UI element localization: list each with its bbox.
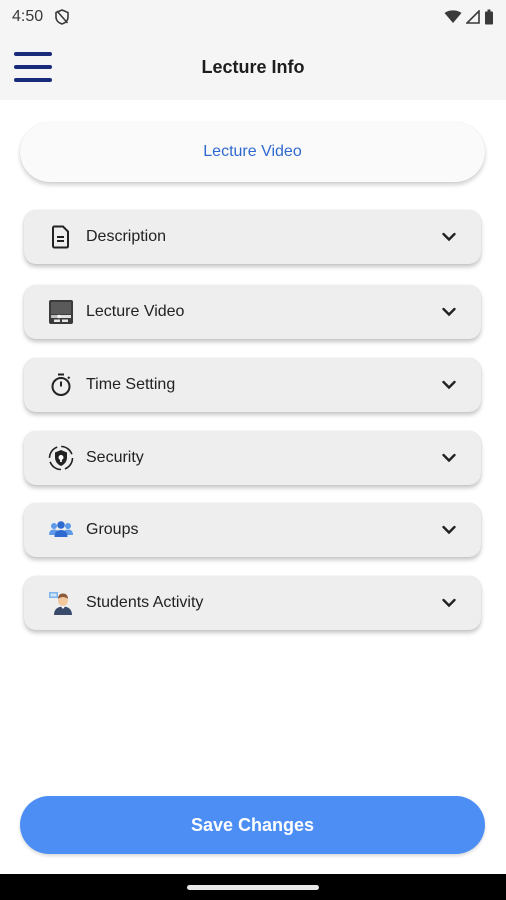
battery-icon bbox=[485, 9, 493, 25]
section-security[interactable]: Security bbox=[24, 431, 481, 485]
stopwatch-icon bbox=[48, 372, 74, 398]
section-students-activity[interactable]: Students Activity bbox=[24, 576, 481, 630]
status-time: 4:50 bbox=[12, 8, 44, 25]
chevron-down-icon[interactable] bbox=[441, 522, 457, 538]
signal-icon bbox=[466, 10, 480, 24]
chevron-down-icon[interactable] bbox=[441, 377, 457, 393]
system-navigation-bar bbox=[0, 874, 506, 900]
chevron-down-icon[interactable] bbox=[441, 595, 457, 611]
section-label: Security bbox=[86, 449, 144, 466]
section-label: Groups bbox=[86, 521, 139, 538]
chevron-down-icon[interactable] bbox=[441, 304, 457, 320]
section-lecture-video[interactable]: Lecture Video bbox=[24, 285, 481, 339]
save-changes-label: Save Changes bbox=[190, 814, 315, 835]
section-label: Time Setting bbox=[86, 376, 176, 393]
section-groups[interactable]: Groups bbox=[24, 503, 481, 557]
save-changes-button[interactable]: Save Changes bbox=[20, 796, 485, 854]
home-indicator[interactable] bbox=[187, 884, 319, 890]
status-bar: 4:50 bbox=[0, 0, 506, 34]
security-shield-icon bbox=[48, 445, 74, 471]
page-title: Lecture Info bbox=[201, 56, 305, 77]
wifi-icon bbox=[444, 10, 462, 23]
lecture-video-pill-button[interactable]: Lecture Video bbox=[20, 122, 485, 182]
app-bar: Lecture Info bbox=[0, 34, 506, 100]
students-activity-icon bbox=[48, 590, 74, 616]
section-label: Students Activity bbox=[86, 594, 204, 611]
screen: 4:50 Lecture Info Lecture Video Descript… bbox=[0, 0, 506, 900]
section-description[interactable]: Description bbox=[24, 210, 481, 264]
chevron-down-icon[interactable] bbox=[441, 229, 457, 245]
video-player-icon bbox=[48, 299, 74, 325]
section-label: Description bbox=[86, 228, 167, 245]
section-label: Lecture Video bbox=[86, 303, 185, 320]
section-time-setting[interactable]: Time Setting bbox=[24, 358, 481, 412]
lecture-video-pill-label: Lecture Video bbox=[203, 143, 302, 160]
hamburger-menu-icon[interactable] bbox=[14, 52, 52, 82]
chevron-down-icon[interactable] bbox=[441, 450, 457, 466]
groups-icon bbox=[48, 517, 74, 543]
status-icons bbox=[444, 9, 494, 25]
shield-off-icon bbox=[55, 9, 69, 25]
document-icon bbox=[48, 224, 74, 250]
